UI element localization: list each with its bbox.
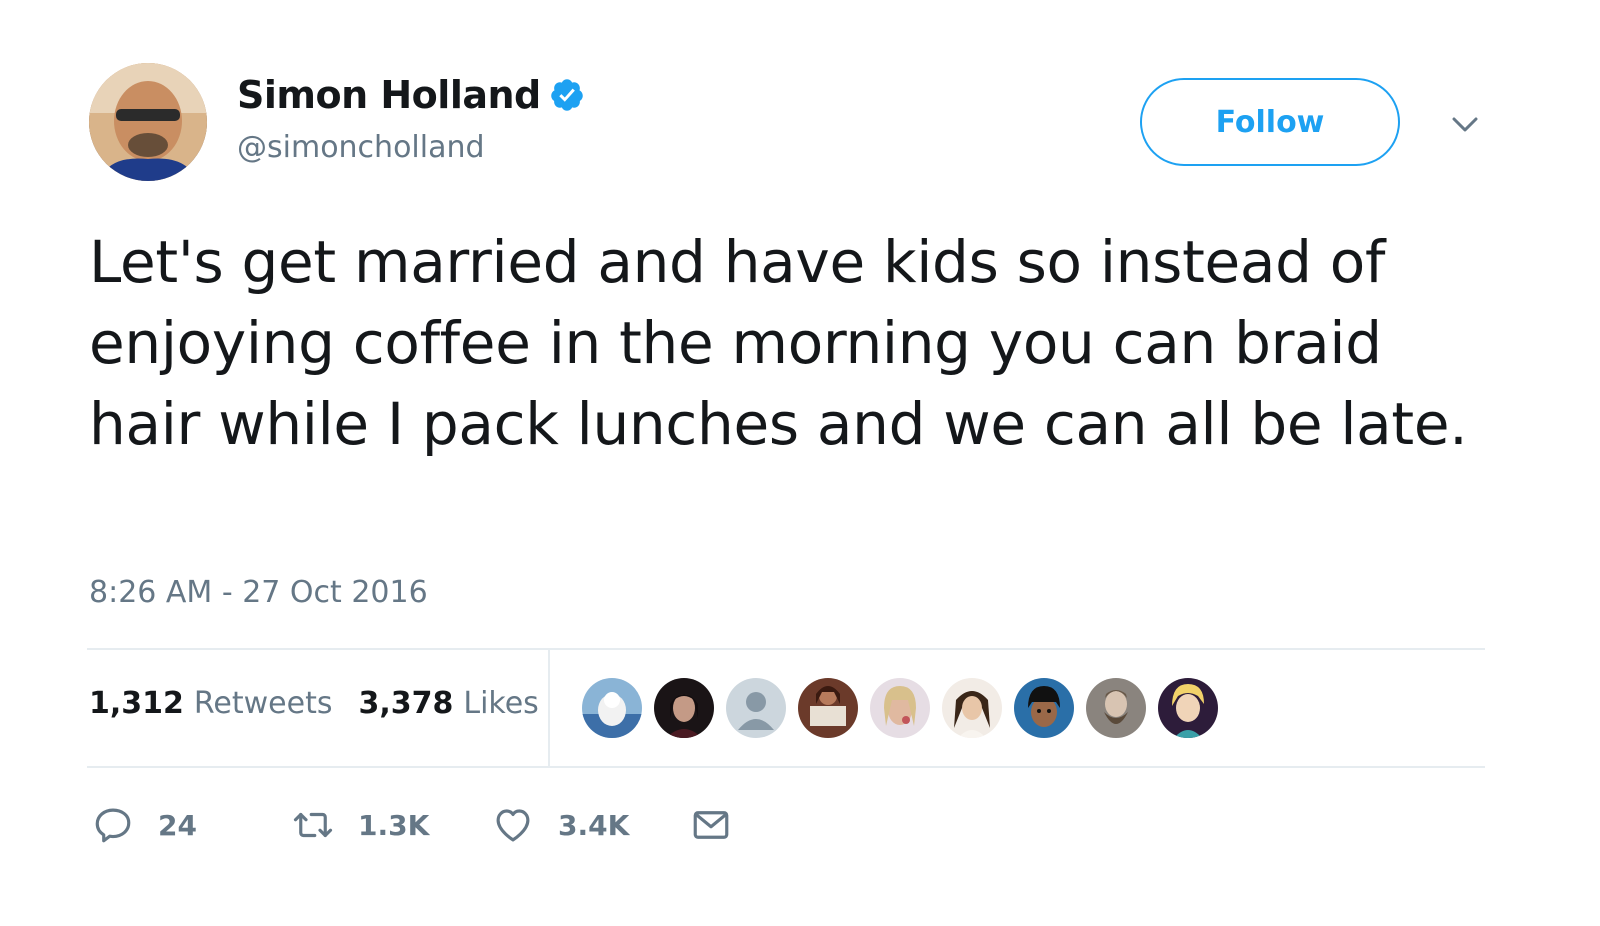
liker-avatar[interactable]: [582, 678, 642, 738]
like-button[interactable]: 3.4K: [492, 800, 629, 850]
liker-avatar[interactable]: [654, 678, 714, 738]
author-avatar[interactable]: [89, 63, 207, 181]
liker-avatar[interactable]: [726, 678, 786, 738]
retweets-label: Retweets: [193, 686, 333, 721]
liker-avatar[interactable]: [798, 678, 858, 738]
direct-message-button[interactable]: [690, 800, 732, 850]
likers-avatars: [582, 678, 1230, 738]
envelope-icon: [690, 804, 732, 846]
reply-button[interactable]: 24: [92, 800, 197, 850]
retweet-count: 1.3K: [358, 808, 430, 842]
retweet-button[interactable]: 1.3K: [292, 800, 429, 850]
follow-button[interactable]: Follow: [1140, 78, 1400, 166]
liker-avatar[interactable]: [942, 678, 1002, 738]
liker-avatar[interactable]: [1158, 678, 1218, 738]
stats-separator: [548, 650, 550, 766]
author-name-row[interactable]: Simon Holland: [237, 70, 585, 120]
author-handle[interactable]: @simoncholland: [237, 130, 485, 165]
divider: [87, 648, 1485, 650]
chevron-down-icon[interactable]: [1448, 110, 1482, 140]
retweet-icon: [292, 804, 334, 846]
tweet-text: Let's get married and have kids so inste…: [89, 228, 1468, 458]
like-count: 3.4K: [558, 808, 630, 842]
likes-label: Likes: [463, 686, 539, 721]
liker-avatar[interactable]: [870, 678, 930, 738]
author-display-name[interactable]: Simon Holland: [237, 73, 541, 117]
likes-count: 3,378: [358, 686, 454, 721]
reply-count: 24: [158, 808, 197, 842]
likes-stat[interactable]: 3,378 Likes: [358, 686, 538, 721]
retweets-count: 1,312: [89, 686, 184, 721]
liker-avatar[interactable]: [1014, 678, 1074, 738]
heart-icon: [492, 804, 534, 846]
tweet-stats: 1,312 Retweets 3,378 Likes: [89, 686, 539, 721]
verified-badge-icon: [549, 77, 585, 113]
tweet-timestamp[interactable]: 8:26 AM - 27 Oct 2016: [89, 575, 428, 610]
retweets-stat[interactable]: 1,312 Retweets: [89, 686, 332, 721]
reply-icon: [92, 804, 134, 846]
divider: [87, 766, 1485, 768]
liker-avatar[interactable]: [1086, 678, 1146, 738]
tweet-card: Simon Holland @simoncholland Follow Let'…: [0, 0, 1600, 926]
